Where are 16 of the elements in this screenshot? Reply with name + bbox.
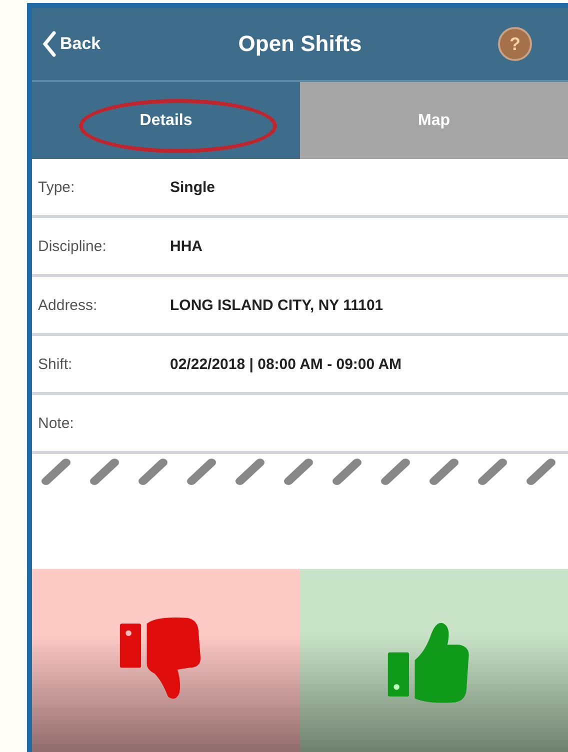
field-value: LONG ISLAND CITY, NY 11101: [170, 296, 384, 314]
help-button[interactable]: ?: [498, 27, 532, 61]
field-value: Single: [170, 178, 216, 196]
chevron-left-icon: [42, 31, 56, 57]
field-label: Type:: [38, 178, 76, 196]
field-value: HHA: [170, 238, 202, 254]
field-label: Address:: [38, 296, 98, 314]
accept-button[interactable]: [300, 569, 568, 752]
decline-button[interactable]: [32, 569, 300, 752]
screen-title: Open Shifts: [238, 31, 362, 57]
field-label: Shift:: [38, 356, 74, 372]
field-label: Note:: [38, 414, 75, 432]
tab[interactable]: Details: [32, 82, 300, 159]
field-label: Discipline:: [38, 238, 108, 254]
field-value: 02/22/2018 | 08:00 AM - 09:00 AM: [170, 356, 402, 372]
back-button[interactable]: Back: [42, 31, 101, 57]
